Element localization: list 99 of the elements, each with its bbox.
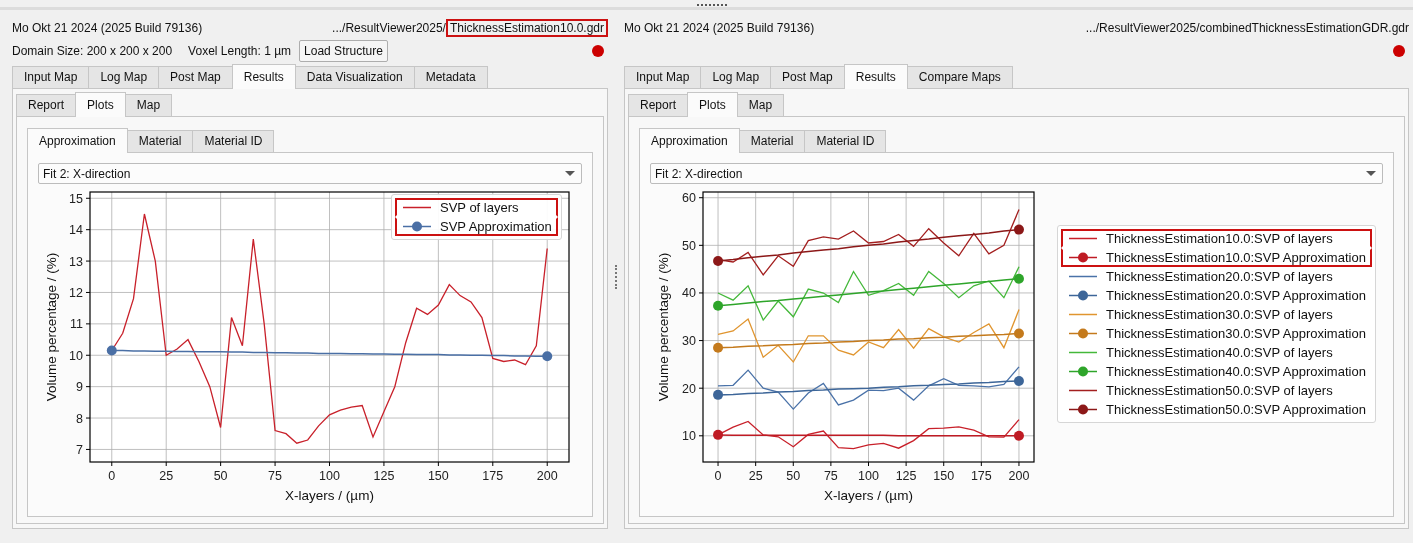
tick-label: 7: [76, 442, 83, 457]
tick-label: 13: [69, 254, 83, 269]
tab[interactable]: Map: [124, 94, 173, 116]
tab[interactable]: Post Map: [158, 66, 233, 88]
file-name: combinedThicknessEstimationGDR.gdr: [1199, 21, 1409, 35]
tab[interactable]: Compare Maps: [906, 66, 1013, 88]
tab[interactable]: Plots: [687, 92, 738, 117]
legend-label: SVP of layers: [395, 198, 558, 217]
tab[interactable]: Input Map: [12, 66, 90, 88]
caret-icon: [1366, 171, 1376, 176]
tab[interactable]: Results: [231, 64, 296, 89]
data-marker: [713, 342, 724, 353]
tab[interactable]: Approximation: [639, 128, 740, 153]
domain-size-label: Domain Size: 200 x 200 x 200: [12, 43, 173, 60]
tick-label: 75: [268, 469, 282, 483]
tick-label: 200: [536, 469, 558, 483]
legend-label: ThicknessEstimation30.0:SVP Approximation: [1105, 325, 1367, 343]
file-name: ThicknessEstimation10.0.gdr: [445, 19, 608, 37]
tick-label: 0: [714, 469, 722, 483]
tick-label: 60: [682, 191, 696, 206]
tab[interactable]: Report: [16, 94, 77, 116]
axis-title: Volume percentage / (%): [656, 252, 671, 402]
tick-label: 14: [69, 223, 83, 238]
tab[interactable]: Map: [736, 94, 785, 116]
tab[interactable]: Log Map: [700, 66, 772, 88]
legend-label: ThicknessEstimation10.0:SVP of layers: [1061, 229, 1372, 248]
tick-label: 125: [895, 469, 917, 483]
tab[interactable]: Material ID: [804, 130, 887, 152]
build-date: Mo Okt 21 2024 (2025 Build 79136): [12, 20, 203, 37]
build-date: Mo Okt 21 2024 (2025 Build 79136): [624, 20, 815, 37]
legend-label: ThicknessEstimation20.0:SVP of layers: [1105, 268, 1334, 286]
axis-title: Volume percentage / (%): [44, 252, 59, 402]
tab[interactable]: Report: [628, 94, 689, 116]
file-path: .../ResultViewer2025/: [1085, 21, 1200, 35]
status-dot: [1393, 45, 1405, 57]
data-marker: [713, 300, 724, 311]
data-marker: [1013, 224, 1024, 235]
splitter-handle-icon[interactable]: [615, 264, 617, 289]
tick-label: 12: [69, 285, 83, 300]
legend-label: ThicknessEstimation50.0:SVP of layers: [1105, 382, 1334, 400]
tab[interactable]: Plots: [75, 92, 126, 117]
axis-title: X-layers / (µm): [285, 488, 374, 503]
data-marker: [1013, 328, 1024, 339]
tick-label: 100: [858, 469, 879, 483]
tick-label: 150: [427, 469, 449, 483]
tick-label: 40: [682, 286, 696, 301]
tick-label: 30: [682, 334, 696, 349]
tick-label: 10: [682, 429, 696, 444]
fit-select[interactable]: Fit 2: X-direction: [650, 163, 1383, 184]
tab[interactable]: Material: [126, 130, 194, 152]
caret-icon: [565, 171, 575, 176]
voxel-length-label: Voxel Length: 1 µm: [188, 43, 292, 60]
tick-label: 50: [213, 469, 228, 483]
legend-label: ThicknessEstimation50.0:SVP Approximation: [1105, 401, 1367, 419]
tick-label: 100: [319, 469, 340, 483]
tick-label: 200: [1008, 469, 1030, 483]
tick-label: 75: [823, 469, 838, 483]
tab[interactable]: Material: [738, 130, 806, 152]
tab[interactable]: Approximation: [27, 128, 128, 153]
tick-label: 0: [108, 469, 116, 483]
tick-label: 8: [76, 411, 83, 426]
tab[interactable]: Data Visualization: [294, 66, 415, 88]
tick-label: 25: [748, 469, 763, 483]
status-dot: [592, 45, 604, 57]
legend-label: ThicknessEstimation20.0:SVP Approximation: [1105, 287, 1367, 305]
tick-label: 25: [159, 469, 174, 483]
legend-label: ThicknessEstimation10.0:SVP Approximation: [1061, 248, 1372, 267]
axis-title: X-layers / (µm): [824, 488, 913, 503]
data-marker: [542, 351, 553, 362]
fit-select[interactable]: Fit 2: X-direction: [38, 163, 582, 184]
data-marker: [713, 429, 724, 440]
legend-label: ThicknessEstimation40.0:SVP Approximation: [1105, 363, 1367, 381]
tick-label: 10: [69, 348, 83, 363]
data-marker: [1013, 376, 1024, 387]
tab[interactable]: Metadata: [413, 66, 488, 88]
tab[interactable]: Input Map: [624, 66, 702, 88]
tab[interactable]: Results: [843, 64, 908, 89]
data-marker: [1013, 430, 1024, 441]
load-structure-button[interactable]: Load Structure: [299, 40, 388, 62]
tick-label: 50: [682, 238, 696, 253]
data-marker: [1013, 273, 1024, 284]
tab[interactable]: Material ID: [192, 130, 275, 152]
tick-label: 20: [682, 381, 696, 396]
file-path: .../ResultViewer2025/: [332, 21, 446, 35]
tick-label: 125: [373, 469, 395, 483]
legend-label: ThicknessEstimation40.0:SVP of layers: [1105, 344, 1334, 362]
tick-label: 9: [76, 380, 83, 395]
legend-label: ThicknessEstimation30.0:SVP of layers: [1105, 306, 1334, 324]
tab[interactable]: Post Map: [770, 66, 845, 88]
tick-label: 11: [70, 317, 83, 332]
tick-label: 175: [970, 469, 992, 483]
data-marker: [713, 389, 724, 400]
tick-label: 50: [786, 469, 801, 483]
data-marker: [713, 256, 724, 267]
tab[interactable]: Log Map: [88, 66, 160, 88]
tick-label: 175: [482, 469, 504, 483]
data-marker: [106, 345, 117, 356]
tick-label: 15: [69, 191, 83, 206]
tick-label: 150: [933, 469, 955, 483]
